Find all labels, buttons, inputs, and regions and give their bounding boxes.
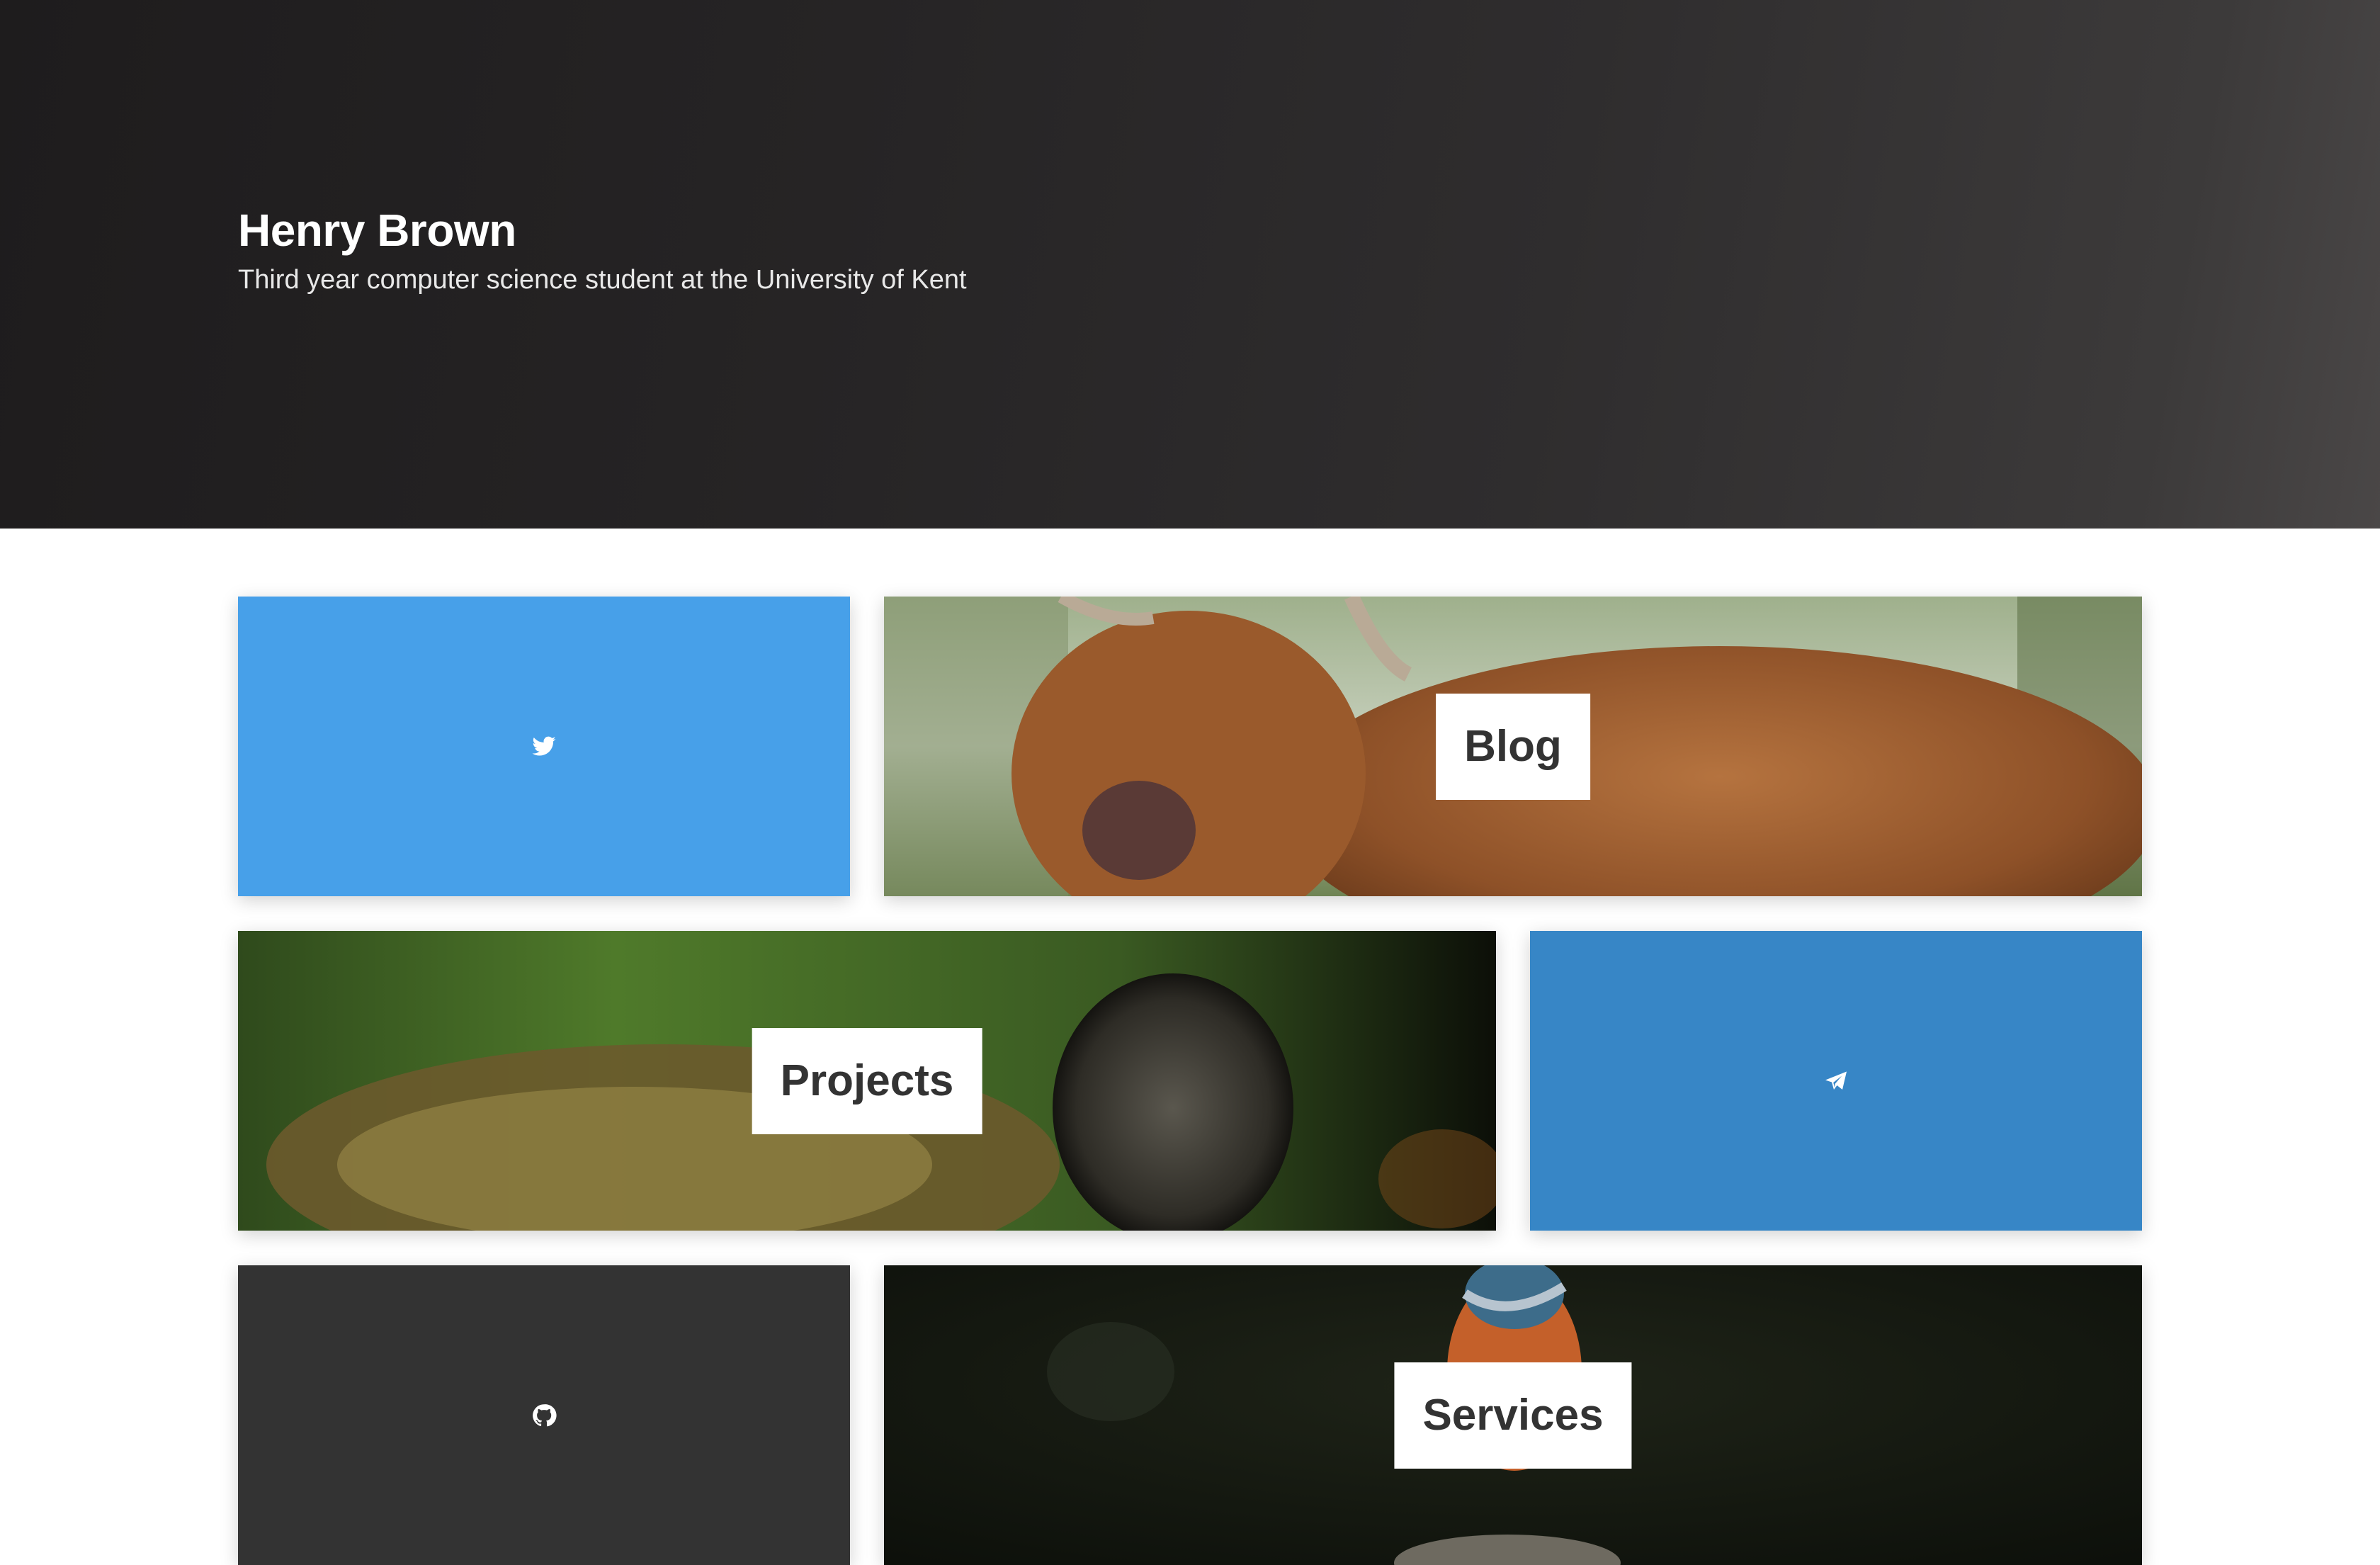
page-subtitle: Third year computer science student at t… [238,265,967,295]
telegram-tile[interactable] [1530,931,2142,1231]
blog-tile[interactable]: Blog [884,597,2142,896]
telegram-icon [1825,1071,1847,1090]
twitter-icon [532,736,556,755]
page-title: Henry Brown [238,205,516,256]
hero-text: Henry Brown Third year computer science … [238,198,967,298]
services-label: Services [1394,1362,1632,1469]
github-icon [533,1403,557,1426]
projects-label: Projects [752,1027,982,1134]
services-tile[interactable]: Services [884,1265,2142,1565]
twitter-tile[interactable] [238,597,850,896]
projects-tile[interactable]: Projects [238,931,1496,1231]
github-tile[interactable] [238,1265,850,1565]
blog-label: Blog [1436,693,1590,800]
hero-header: Henry Brown Third year computer science … [0,0,2380,529]
